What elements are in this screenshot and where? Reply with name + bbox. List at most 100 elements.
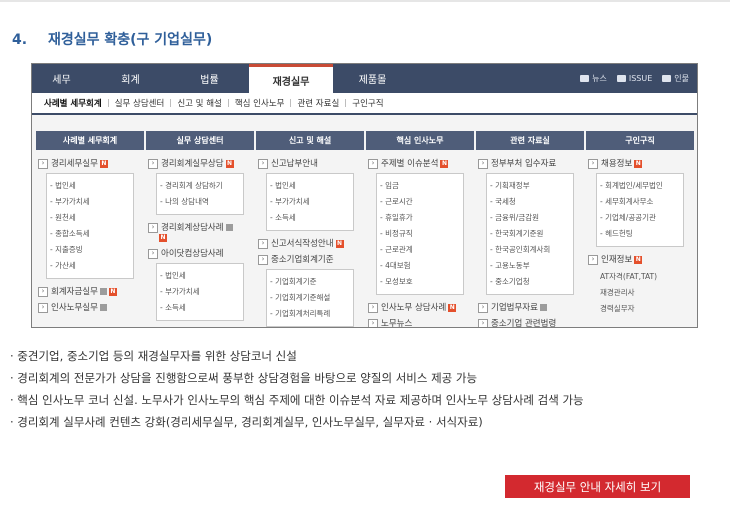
submenu-item[interactable]: - 한국회계기준원	[490, 226, 570, 242]
menu-category[interactable]: 채용정보N	[588, 157, 694, 169]
news-link[interactable]: 뉴스	[580, 73, 607, 84]
plus-icon	[539, 304, 547, 311]
submenu-item[interactable]: - 금융위/금감원	[490, 210, 570, 226]
submenu-item[interactable]: - 부가가치세	[50, 194, 130, 210]
embedded-screenshot: 세무 회계 법률 재경실무 제품몰 뉴스 ISSUE 인물 사례별 세무회계 실…	[31, 63, 698, 328]
submenu-item[interactable]: - 중소기업청	[490, 274, 570, 290]
details-button[interactable]: 재경실무 안내 자세히 보기	[505, 475, 690, 498]
person-icon	[662, 75, 672, 82]
submenu-box: - 경리회계 상담하기 - 나의 상담내역	[156, 173, 244, 215]
subnav-jobs[interactable]: 구인구직	[346, 97, 389, 109]
menu-category[interactable]: 정부부처 입수자료	[478, 157, 584, 169]
submenu-item[interactable]: - 기업회계기준해설	[270, 290, 350, 306]
menu-column-consult-center: 실무 상담센터 경리회계실무상담N - 경리회계 상담하기 - 나의 상담내역 …	[146, 131, 254, 327]
submenu-item[interactable]: - 소득세	[160, 300, 240, 316]
new-badge-icon: N	[108, 287, 117, 296]
submenu-item[interactable]: - 비정규직	[380, 226, 460, 242]
submenu-item[interactable]: AT자격(FAT,TAT)	[586, 269, 694, 285]
main-nav: 세무 회계 법률 재경실무 제품몰 뉴스 ISSUE 인물	[32, 64, 697, 93]
feature-item: · 중견기업, 중소기업 등의 재경실무자를 위한 상담코너 신설	[10, 349, 297, 363]
new-badge-icon: N	[225, 159, 234, 168]
submenu-item[interactable]: - 지출증빙	[50, 242, 130, 258]
feature-item: · 경리회계의 전문가가 상담을 진행함으로써 풍부한 상담경험을 바탕으로 양…	[10, 371, 478, 385]
people-link[interactable]: 인물	[662, 73, 689, 84]
submenu-item[interactable]: - 부가가치세	[270, 194, 350, 210]
submenu-item[interactable]: - 기획재정부	[490, 178, 570, 194]
subnav-consult-center[interactable]: 실무 상담센터	[109, 97, 171, 109]
menu-category[interactable]: 경리회계실무상담N	[148, 157, 254, 169]
plus-icon	[99, 288, 107, 295]
column-header: 신고 및 해설	[256, 131, 364, 150]
submenu-item[interactable]: - 헤드헌팅	[600, 226, 680, 242]
menu-category[interactable]: 회계자금실무N	[38, 285, 144, 297]
submenu-item[interactable]: - 기업회계처리특례	[270, 306, 350, 322]
menu-category[interactable]: 신고납부안내	[258, 157, 364, 169]
submenu-item[interactable]: - 기업체/공공기관	[600, 210, 680, 226]
subnav-archive[interactable]: 관련 자료실	[291, 97, 345, 109]
feature-item: · 핵심 인사노무 코너 신설. 노무사가 인사노무의 핵심 주제에 대한 이슈…	[10, 393, 584, 407]
submenu-item[interactable]: - 법인세	[270, 178, 350, 194]
column-header: 실무 상담센터	[146, 131, 254, 150]
section-number: 4.	[12, 32, 28, 48]
submenu-box: - 회계법인/세무법인 - 세무회계사무소 - 기업체/공공기관 - 헤드헌팅	[596, 173, 684, 247]
submenu-item[interactable]: - 4대보험	[380, 258, 460, 274]
menu-category[interactable]: 노무뉴스	[368, 317, 474, 327]
section-title-text: 재경실무 확충(구 기업실무)	[48, 32, 213, 48]
menu-category[interactable]: 경리회계상담사례N	[148, 221, 254, 243]
submenu-box: - 임금 - 근로시간 - 휴일휴가 - 비정규직 - 근로관계 - 4대보험 …	[376, 173, 464, 295]
tab-shop[interactable]: 제품몰	[333, 64, 412, 93]
menu-category[interactable]: 기업법무자료	[478, 301, 584, 313]
menu-category[interactable]: 인사노무실무	[38, 301, 144, 313]
menu-category[interactable]: 중소기업회계기준	[258, 253, 364, 265]
menu-category[interactable]: 신고서식작성안내N	[258, 237, 364, 249]
submenu-item[interactable]: - 소득세	[270, 210, 350, 226]
section-title: 4. 재경실무 확충(구 기업실무)	[12, 29, 212, 49]
submenu-item[interactable]: - 고용노동부	[490, 258, 570, 274]
menu-category[interactable]: 인재정보N	[588, 253, 694, 265]
submenu-item[interactable]: - 나의 상담내역	[160, 194, 240, 210]
submenu-item[interactable]: - 법인세	[160, 268, 240, 284]
menu-column-case-tax: 사례별 세무회계 경리세무실무N - 법인세 - 부가가치세 - 원천세 - 종…	[36, 131, 144, 327]
submenu-item[interactable]: - 휴일휴가	[380, 210, 460, 226]
subnav-hr-labor[interactable]: 핵심 인사노무	[229, 97, 291, 109]
menu-category[interactable]: 중소기업 관련법령	[478, 317, 584, 327]
mail-icon	[580, 75, 590, 82]
menu-category[interactable]: 주제별 이슈분석N	[368, 157, 474, 169]
tab-law[interactable]: 법률	[170, 64, 249, 93]
submenu-item[interactable]: - 모성보호	[380, 274, 460, 290]
subnav-filing-guide[interactable]: 신고 및 해설	[171, 97, 228, 109]
mega-menu: 사례별 세무회계 경리세무실무N - 법인세 - 부가가치세 - 원천세 - 종…	[32, 115, 697, 327]
plus-icon	[99, 304, 107, 311]
subnav-case-tax[interactable]: 사례별 세무회계	[38, 97, 108, 109]
tab-finance-practice[interactable]: 재경실무	[249, 64, 333, 93]
submenu-item[interactable]: - 국세청	[490, 194, 570, 210]
submenu-item[interactable]: - 법인세	[50, 178, 130, 194]
submenu-item[interactable]: - 근로관계	[380, 242, 460, 258]
menu-category[interactable]: 아이닷컴상담사례	[148, 247, 254, 259]
submenu-item[interactable]: - 근로시간	[380, 194, 460, 210]
submenu-item[interactable]: - 임금	[380, 178, 460, 194]
submenu-item[interactable]: - 기업회계기준	[270, 274, 350, 290]
new-badge-icon: N	[335, 239, 344, 248]
submenu-box: - 기업회계기준 - 기업회계기준해설 - 기업회계처리특례	[266, 269, 354, 327]
top-divider	[0, 0, 730, 2]
menu-column-hr-labor: 핵심 인사노무 주제별 이슈분석N - 임금 - 근로시간 - 휴일휴가 - 비…	[366, 131, 474, 327]
submenu-item[interactable]: - 가산세	[50, 258, 130, 274]
column-header: 사례별 세무회계	[36, 131, 144, 150]
column-header: 구인구직	[586, 131, 694, 150]
submenu-item[interactable]: - 원천세	[50, 210, 130, 226]
submenu-item[interactable]: - 경리회계 상담하기	[160, 178, 240, 194]
new-badge-icon: N	[159, 233, 167, 242]
tab-tax[interactable]: 세무	[32, 64, 91, 93]
submenu-item[interactable]: - 부가가치세	[160, 284, 240, 300]
menu-category[interactable]: 경리세무실무N	[38, 157, 144, 169]
submenu-item[interactable]: - 종합소득세	[50, 226, 130, 242]
menu-category[interactable]: 인사노무 상담사례N	[368, 301, 474, 313]
submenu-item[interactable]: 재경관리사	[586, 285, 694, 301]
issue-link[interactable]: ISSUE	[616, 74, 652, 83]
submenu-item[interactable]: - 한국공인회계사회	[490, 242, 570, 258]
submenu-item[interactable]: - 세무회계사무소	[600, 194, 680, 210]
submenu-item[interactable]: - 회계법인/세무법인	[600, 178, 680, 194]
tab-accounting[interactable]: 회계	[91, 64, 170, 93]
submenu-item[interactable]: 경력실무자	[586, 301, 694, 317]
